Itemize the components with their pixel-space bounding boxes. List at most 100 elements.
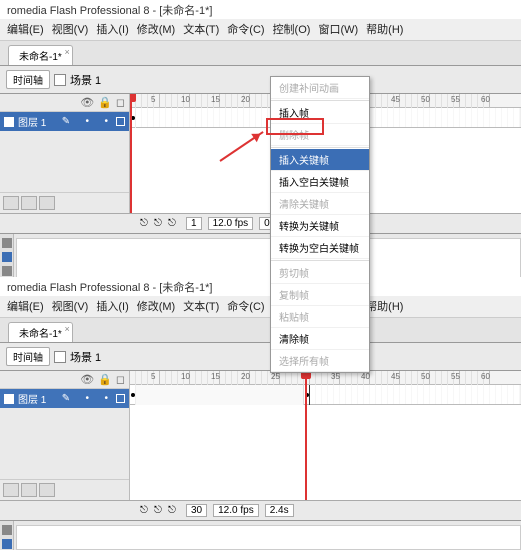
scene-label[interactable]: 场景 1 — [70, 72, 101, 88]
ctx-clear-frames[interactable]: 清除帧 — [271, 328, 369, 350]
layer-panel: 👁 🔒 ◻ 图层 1 ✎ • • — [0, 371, 130, 500]
layer-outline-box-icon — [116, 117, 125, 126]
menu-window[interactable]: 窗口(W) — [318, 21, 358, 37]
outline-icon[interactable]: ◻ — [116, 373, 125, 386]
document-tab-strip: 未命名-1* × — [0, 318, 521, 342]
menu-view[interactable]: 视图(V) — [52, 21, 89, 37]
ctx-clear-keyframe[interactable]: 清除关键帧 — [271, 193, 369, 215]
screenshot-bottom: romedia Flash Professional 8 - [未命名-1*] … — [0, 277, 521, 507]
ctx-copy-frames[interactable]: 复制帧 — [271, 284, 369, 306]
layer-footer — [0, 192, 129, 213]
layer-row[interactable]: 图层 1 ✎ • • — [0, 112, 129, 131]
lock-icon[interactable]: 🔒 — [98, 96, 112, 109]
tool-item-icon[interactable] — [2, 266, 12, 276]
ruler-number: 15 — [211, 95, 220, 104]
menu-text[interactable]: 文本(T) — [183, 21, 219, 37]
ctx-insert-keyframe[interactable]: 插入关键帧 — [271, 149, 369, 171]
new-layer-icon[interactable] — [3, 483, 19, 497]
layer-name-label: 图层 1 — [18, 114, 46, 129]
current-frame: 1 — [186, 217, 202, 230]
lock-icon[interactable]: 🔒 — [98, 373, 112, 386]
playhead[interactable] — [130, 94, 132, 213]
timeline-status-bar: ⎋ ⎋ ⎋ 30 12.0 fps 2.4s — [0, 501, 521, 520]
document-tab[interactable]: 未命名-1* × — [8, 45, 73, 65]
scene-toolbar: 时间轴 场景 1 — [0, 65, 521, 94]
new-layer-icon[interactable] — [3, 196, 19, 210]
timeline-button[interactable]: 时间轴 — [6, 347, 50, 366]
delete-layer-icon[interactable] — [39, 483, 55, 497]
left-tool-strip — [0, 521, 14, 550]
timeline-ruler[interactable]: 5 10 15 20 25 30 35 40 45 50 5 — [130, 371, 521, 385]
ruler-number: 55 — [451, 95, 460, 104]
ruler-number: 5 — [151, 372, 155, 381]
ruler-number: 55 — [451, 372, 460, 381]
elapsed-time: 2.4s — [265, 504, 294, 517]
tool-item-icon[interactable] — [2, 238, 12, 248]
menu-insert[interactable]: 插入(I) — [96, 21, 128, 37]
ctx-convert-keyframe[interactable]: 转换为关键帧 — [271, 215, 369, 237]
edit-multi-icon[interactable]: ⎋ — [168, 505, 180, 517]
document-tab[interactable]: 未命名-1* × — [8, 322, 73, 342]
onion-skin-icon[interactable]: ⎋ — [140, 218, 152, 230]
ctx-paste-frames[interactable]: 粘贴帧 — [271, 306, 369, 328]
menu-modify[interactable]: 修改(M) — [137, 298, 176, 314]
stage-canvas[interactable] — [16, 525, 521, 550]
ruler-number: 45 — [391, 372, 400, 381]
tool-item-icon[interactable] — [2, 539, 12, 549]
ctx-convert-blank-keyframe[interactable]: 转换为空白关键帧 — [271, 237, 369, 259]
layer-dot-icon: • — [86, 393, 90, 404]
menu-view[interactable]: 视图(V) — [52, 298, 89, 314]
layer-dot-icon: • — [86, 116, 90, 127]
close-icon[interactable]: × — [65, 47, 70, 57]
ctx-insert-blank-keyframe[interactable]: 插入空白关键帧 — [271, 171, 369, 193]
menu-edit[interactable]: 编辑(E) — [7, 21, 44, 37]
layer-name-label: 图层 1 — [18, 391, 46, 406]
layer-dot-icon: • — [104, 393, 108, 404]
frame-track[interactable] — [130, 385, 521, 405]
layer-footer — [0, 479, 129, 500]
menu-commands[interactable]: 命令(C) — [227, 21, 264, 37]
tool-item-icon[interactable] — [2, 525, 12, 535]
ruler-number: 5 — [151, 95, 155, 104]
delete-layer-icon[interactable] — [39, 196, 55, 210]
close-icon[interactable]: × — [65, 324, 70, 334]
onion-skin-icon[interactable]: ⎋ — [140, 505, 152, 517]
menu-insert[interactable]: 插入(I) — [96, 298, 128, 314]
document-tab-label: 未命名-1* — [19, 329, 62, 340]
menu-commands[interactable]: 命令(C) — [227, 298, 264, 314]
timeline-area[interactable]: 5 10 15 20 25 30 35 40 45 50 5 — [130, 371, 521, 500]
layer-row[interactable]: 图层 1 ✎ • • — [0, 389, 129, 408]
eye-icon[interactable]: 👁 — [80, 96, 94, 109]
menu-edit[interactable]: 编辑(E) — [7, 298, 44, 314]
outline-icon[interactable]: ◻ — [116, 96, 125, 109]
app-menu-bar: 编辑(E) 视图(V) 插入(I) 修改(M) 文本(T) 命令(C) 控制(O… — [0, 19, 521, 41]
onion-outline-icon[interactable]: ⎋ — [154, 505, 166, 517]
document-tab-label: 未命名-1* — [19, 52, 62, 63]
ctx-select-all-frames[interactable]: 选择所有帧 — [271, 350, 369, 372]
menu-help[interactable]: 帮助(H) — [366, 298, 403, 314]
ctx-create-tween[interactable]: 创建补间动画 — [271, 77, 369, 99]
eye-icon[interactable]: 👁 — [80, 373, 94, 386]
ruler-number: 10 — [181, 372, 190, 381]
ruler-number: 15 — [211, 372, 220, 381]
new-folder-icon[interactable] — [21, 196, 37, 210]
timeline-workspace: 👁 🔒 ◻ 图层 1 ✎ • • 5 — [0, 371, 521, 501]
tool-item-icon[interactable] — [2, 252, 12, 262]
menu-text[interactable]: 文本(T) — [183, 298, 219, 314]
menu-modify[interactable]: 修改(M) — [137, 21, 176, 37]
ruler-number: 60 — [481, 372, 490, 381]
playhead[interactable] — [305, 371, 307, 500]
scene-label[interactable]: 场景 1 — [70, 349, 101, 365]
ruler-number: 20 — [241, 372, 250, 381]
fps-display: 12.0 fps — [208, 217, 254, 230]
ctx-cut-frames[interactable]: 剪切帧 — [271, 262, 369, 284]
new-folder-icon[interactable] — [21, 483, 37, 497]
scene-icon — [54, 74, 66, 86]
menu-control[interactable]: 控制(O) — [273, 21, 311, 37]
onion-outline-icon[interactable]: ⎋ — [154, 218, 166, 230]
layer-dot-icon: • — [104, 116, 108, 127]
timeline-button[interactable]: 时间轴 — [6, 70, 50, 89]
ruler-number: 45 — [391, 95, 400, 104]
edit-multi-icon[interactable]: ⎋ — [168, 218, 180, 230]
menu-help[interactable]: 帮助(H) — [366, 21, 403, 37]
